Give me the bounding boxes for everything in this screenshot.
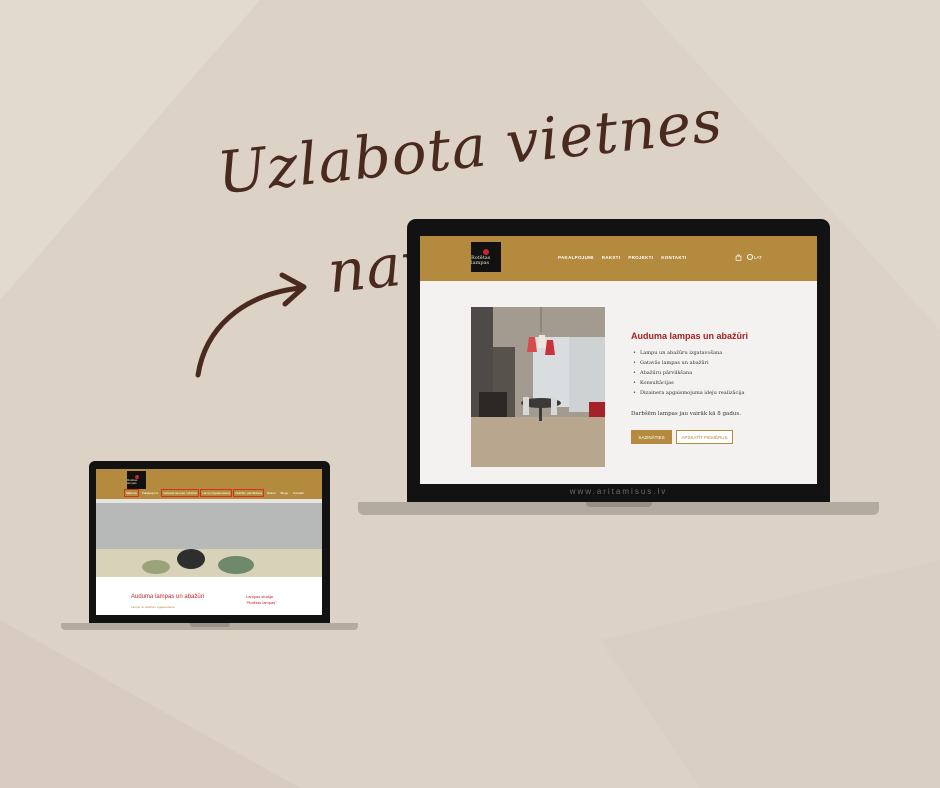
language-label: LAT — [754, 254, 762, 260]
experience-text: Darbšēm lampas jau vairāk kā 8 gadus. — [631, 411, 741, 417]
site-logo[interactable]: Rotētas lampas — [471, 242, 501, 272]
logo-text: Rotētas lampas — [471, 254, 491, 266]
small-laptop-notch — [190, 623, 230, 627]
old-hero-title: Auduma lampas un abažūri — [131, 594, 205, 600]
old-nav-item[interactable]: Blogs — [279, 490, 289, 496]
old-nav-item[interactable]: Abažūru pārvilkšana — [232, 489, 265, 497]
view-examples-button[interactable]: APSKATĪT PIEMĒRUS — [676, 430, 733, 444]
list-item: Dizainera apgaismojuma ideju realizācija — [633, 388, 745, 398]
small-laptop-screen: Rotētas lampas Sākums Pakalpojumi Gatavā… — [96, 469, 322, 615]
old-site-header: Rotētas lampas Sākums Pakalpojumi Gatavā… — [96, 469, 322, 499]
list-item: Konsultācijas — [633, 378, 744, 388]
old-nav-item[interactable]: Pakalpojumi — [141, 490, 159, 496]
hero-photo — [471, 307, 605, 467]
old-nav-item[interactable]: Kontakti — [292, 490, 305, 496]
large-laptop-screen: Rotētas lampas PAKALPOJUMI RAKSTI PROJEK… — [420, 236, 817, 484]
logo-dot-icon — [483, 248, 489, 255]
old-studio-label: Lampas studija — [246, 594, 273, 599]
list-item: Gatavās lampas un abažūri — [633, 358, 744, 368]
old-nav-item[interactable]: Sākums — [124, 489, 139, 497]
main-nav: PAKALPOJUMI RAKSTI PROJEKTI KONTAKTI — [558, 255, 687, 260]
old-studio-name: "Rotētas lampas" — [246, 600, 277, 605]
globe-icon — [747, 254, 753, 260]
old-main-nav: Sākums Pakalpojumi Gatavās lampas / abaž… — [124, 489, 305, 497]
old-nav-item[interactable]: Gatavās lampas / abažūri — [161, 489, 200, 497]
language-switcher[interactable]: LAT — [747, 254, 762, 260]
large-laptop: Rotētas lampas PAKALPOJUMI RAKSTI PROJEK… — [407, 219, 830, 502]
nav-item-raksti[interactable]: RAKSTI — [602, 255, 621, 260]
list-item: Abažūru pārvilkšana — [633, 368, 744, 378]
service-list: Lampu un abažūru izgatavošana Gatavās la… — [633, 348, 745, 398]
old-nav-item[interactable]: Lampu izgatavošana — [200, 489, 232, 497]
arrow-icon — [195, 272, 307, 378]
small-laptop: Rotētas lampas Sākums Pakalpojumi Gatavā… — [89, 461, 330, 623]
contact-button[interactable]: SAZINĀTIES — [631, 430, 672, 444]
list-item: Lampu un abažūru izgatavošana — [633, 348, 744, 358]
large-laptop-notch — [586, 502, 652, 507]
old-hero-photo — [96, 499, 322, 577]
hero-title: Auduma lampas un abažūri — [631, 331, 749, 341]
nav-item-projekti[interactable]: PROJEKTI — [628, 255, 653, 260]
nav-item-pakalpojumi[interactable]: PAKALPOJUMI — [558, 255, 594, 260]
website-watermark: www.aritamisus.lv — [569, 487, 668, 496]
old-hero-subtitle: Lampu un abažūru izgatavošana — [131, 605, 175, 609]
nav-item-kontakti[interactable]: KONTAKTI — [661, 255, 686, 260]
old-nav-item[interactable]: Raksti — [266, 490, 276, 496]
site-header: Rotētas lampas PAKALPOJUMI RAKSTI PROJEK… — [420, 236, 817, 281]
old-site-logo[interactable]: Rotētas lampas — [127, 471, 146, 489]
shopping-bag-icon[interactable] — [735, 254, 742, 261]
logo-text: Rotētas lampas — [127, 478, 138, 485]
